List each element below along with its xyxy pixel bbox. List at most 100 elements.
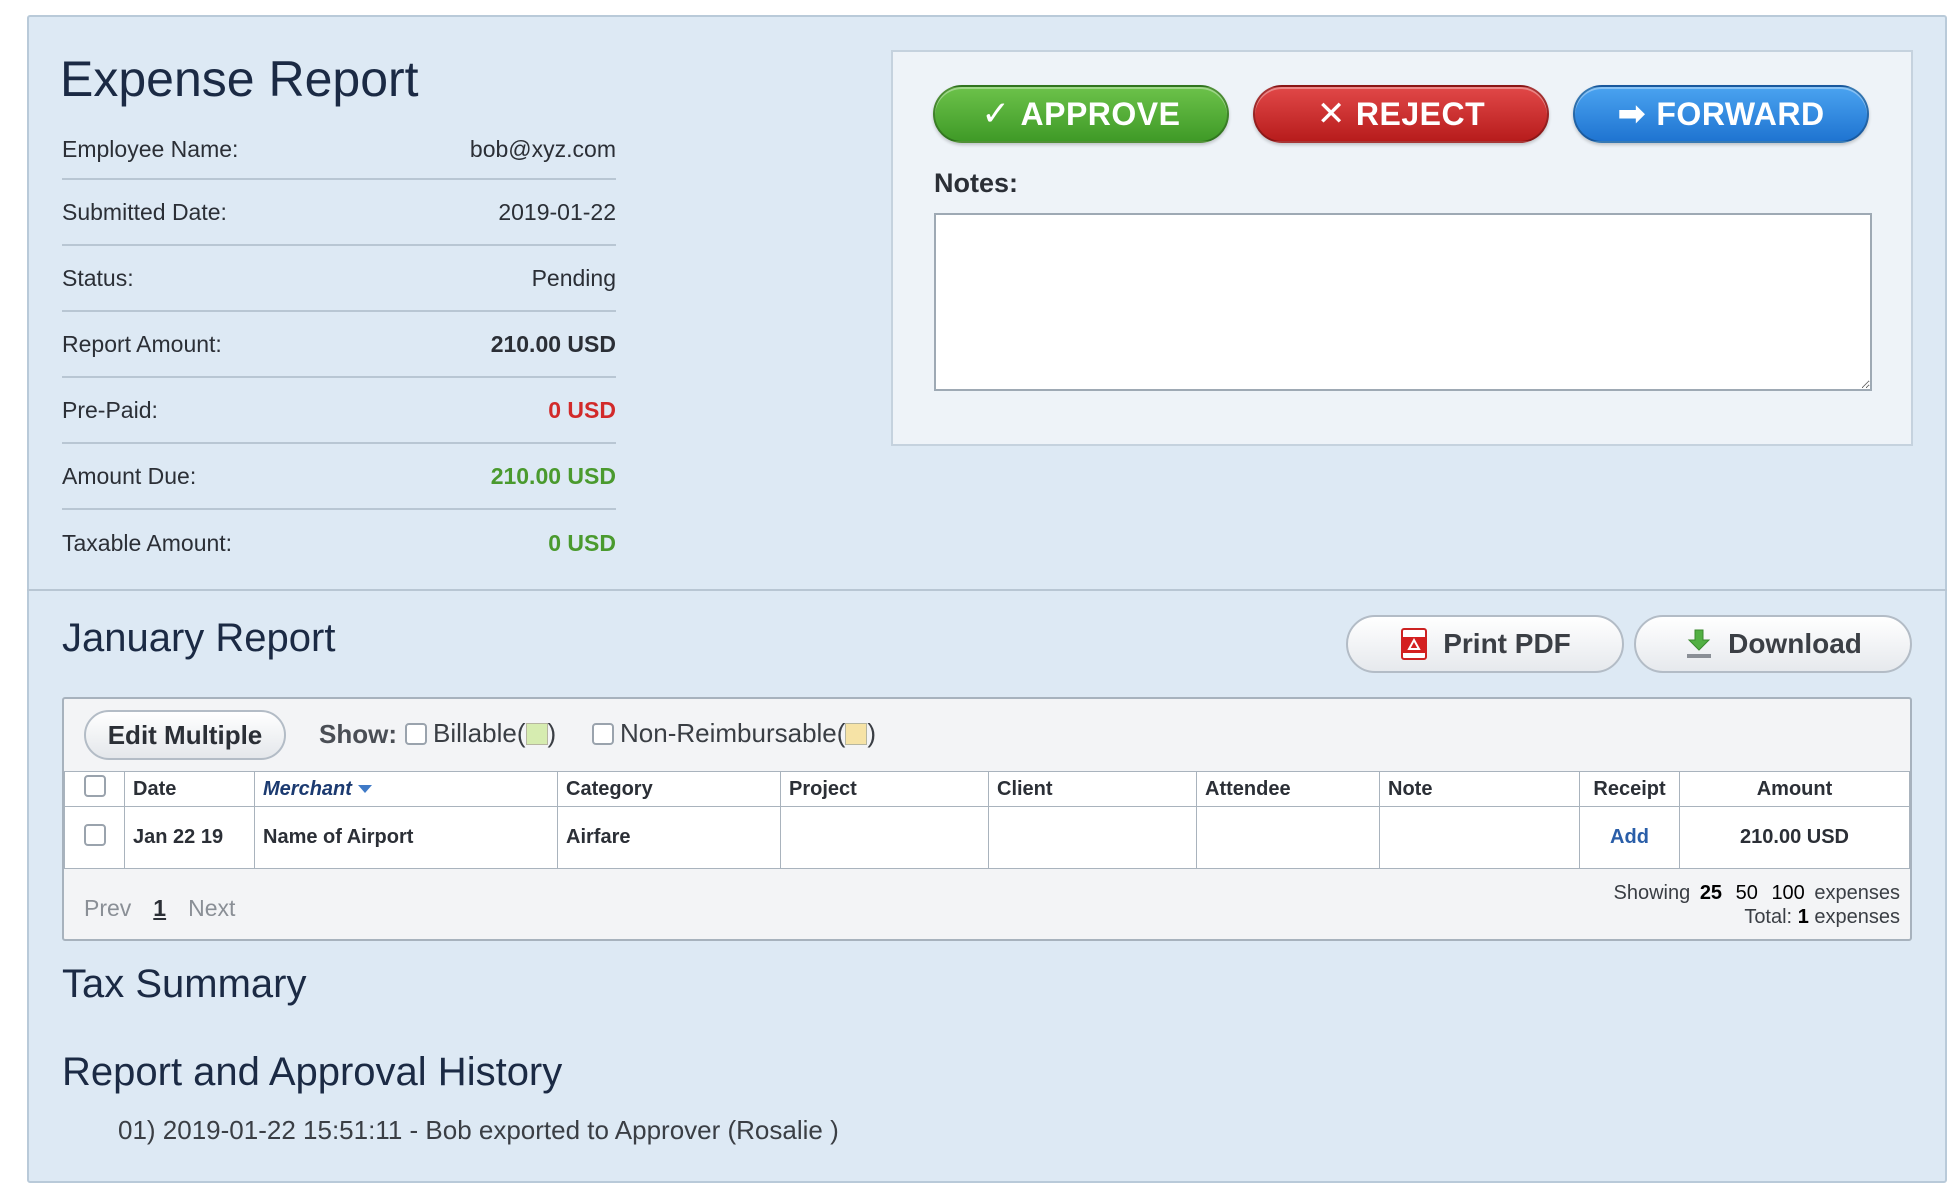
select-all-cell <box>64 771 125 807</box>
report-title: January Report <box>62 616 336 660</box>
col-client[interactable]: Client <box>988 771 1197 807</box>
add-receipt-link[interactable]: Add <box>1610 826 1649 848</box>
summary-label: Report Amount: <box>62 330 222 357</box>
download-label: Download <box>1728 628 1862 659</box>
table-toolbar: Edit Multiple Show: Billable( ) Non-Reim… <box>64 699 1910 771</box>
showing-info: Showing 25 50 100 expenses Total: 1 expe… <box>1614 881 1900 929</box>
expenses-table-box: Edit Multiple Show: Billable( ) Non-Reim… <box>62 697 1912 941</box>
col-merchant-label: Merchant <box>263 777 352 800</box>
table-row[interactable]: Jan 22 19 Name of Airport Airfare Add 21… <box>64 806 1910 869</box>
summary-label: Pre-Paid: <box>62 396 158 423</box>
col-attendee[interactable]: Attendee <box>1196 771 1380 807</box>
edit-multiple-button[interactable]: Edit Multiple <box>84 710 286 760</box>
summary-label: Employee Name: <box>62 135 239 162</box>
approval-action-box: ✓ APPROVE ✕ REJECT ➡ FORWARD Notes: <box>891 50 1913 446</box>
section-divider <box>27 589 1947 591</box>
total-suffix: expenses <box>1814 906 1900 928</box>
cell-attendee <box>1196 806 1380 869</box>
page-size-100[interactable]: 100 <box>1771 882 1804 904</box>
forward-label: FORWARD <box>1656 95 1825 132</box>
row-select-cell <box>64 806 125 869</box>
col-receipt[interactable]: Receipt <box>1579 771 1680 807</box>
summary-label: Submitted Date: <box>62 198 227 225</box>
table-header-row: Date Merchant Category Project Client At… <box>64 771 1910 807</box>
non-reimbursable-label: Non-Reimbursable( <box>620 718 846 748</box>
checkmark-icon: ✓ <box>981 95 1011 133</box>
row-checkbox[interactable] <box>83 823 106 846</box>
billable-color-swatch <box>525 722 548 745</box>
non-reimbursable-filter[interactable]: Non-Reimbursable( ) <box>592 718 876 749</box>
billable-checkbox[interactable] <box>405 722 427 745</box>
show-label: Show: <box>319 719 397 749</box>
reject-button[interactable]: ✕ REJECT <box>1253 85 1549 143</box>
print-pdf-label: Print PDF <box>1443 628 1571 659</box>
non-reimbursable-checkbox[interactable] <box>592 722 614 745</box>
col-date[interactable]: Date <box>124 771 255 807</box>
cell-category: Airfare <box>557 806 781 869</box>
col-category[interactable]: Category <box>557 771 781 807</box>
page-1-link[interactable]: 1 <box>153 895 166 922</box>
page-size-50[interactable]: 50 <box>1736 882 1758 904</box>
cell-date: Jan 22 19 <box>124 806 255 869</box>
billable-close-paren: ) <box>547 718 557 748</box>
billable-label: Billable( <box>433 718 526 748</box>
history-item: 01) 2019-01-22 15:51:11 - Bob exported t… <box>118 1115 839 1145</box>
col-merchant[interactable]: Merchant <box>254 771 558 807</box>
forward-button[interactable]: ➡ FORWARD <box>1573 85 1869 143</box>
download-icon <box>1687 629 1712 658</box>
approve-button[interactable]: ✓ APPROVE <box>933 85 1229 143</box>
summary-value: Pending <box>531 264 616 291</box>
summary-value: 0 USD <box>548 529 616 556</box>
summary-row-status: Status: Pending <box>62 246 616 312</box>
summary-row-taxable: Taxable Amount: 0 USD <box>62 510 616 576</box>
total-count: Total: 1 expenses <box>1614 905 1900 929</box>
col-amount[interactable]: Amount <box>1679 771 1910 807</box>
col-project[interactable]: Project <box>780 771 989 807</box>
summary-label: Taxable Amount: <box>62 529 233 556</box>
reject-label: REJECT <box>1355 95 1486 132</box>
col-note[interactable]: Note <box>1379 771 1580 807</box>
close-icon: ✕ <box>1316 95 1346 133</box>
summary-row-report-amount: Report Amount: 210.00 USD <box>62 312 616 378</box>
cell-receipt: Add <box>1579 806 1680 869</box>
summary-value: 210.00 USD <box>490 462 616 489</box>
summary-value: 0 USD <box>548 396 616 423</box>
total-value: 1 <box>1797 906 1809 928</box>
print-pdf-button[interactable]: Print PDF <box>1346 615 1624 673</box>
expenses-table: Date Merchant Category Project Client At… <box>64 771 1910 869</box>
download-button[interactable]: Download <box>1634 615 1912 673</box>
page-size-25[interactable]: 25 <box>1700 882 1722 904</box>
summary-value: 2019-01-22 <box>498 198 616 225</box>
cell-client <box>988 806 1197 869</box>
cell-note <box>1379 806 1580 869</box>
total-label: Total: <box>1744 906 1793 928</box>
tax-summary-title: Tax Summary <box>62 962 307 1006</box>
next-page-link[interactable]: Next <box>188 895 235 922</box>
summary-label: Status: <box>62 264 134 291</box>
non-reimbursable-color-swatch <box>845 722 868 745</box>
page-size-selector: Showing 25 50 100 expenses <box>1614 881 1900 905</box>
summary-label: Amount Due: <box>62 462 197 489</box>
non-reimbursable-close-paren: ) <box>867 718 877 748</box>
sort-desc-icon <box>357 785 372 794</box>
page-title: Expense Report <box>60 51 419 107</box>
showing-suffix: expenses <box>1814 882 1900 904</box>
summary-table: Employee Name: bob@xyz.com Submitted Dat… <box>62 120 616 576</box>
history-title: Report and Approval History <box>62 1050 563 1094</box>
summary-value: bob@xyz.com <box>469 135 616 162</box>
summary-row-employee: Employee Name: bob@xyz.com <box>62 120 616 180</box>
arrow-right-icon: ➡ <box>1617 95 1647 133</box>
summary-row-amount-due: Amount Due: 210.00 USD <box>62 444 616 510</box>
summary-value: 210.00 USD <box>490 330 616 357</box>
pdf-icon <box>1401 628 1428 660</box>
summary-row-submitted: Submitted Date: 2019-01-22 <box>62 180 616 246</box>
select-all-checkbox[interactable] <box>83 775 106 797</box>
prev-page-link[interactable]: Prev <box>84 895 131 922</box>
pagination: Prev 1 Next <box>84 895 235 922</box>
summary-row-prepaid: Pre-Paid: 0 USD <box>62 378 616 444</box>
billable-filter[interactable]: Billable( ) <box>405 718 556 749</box>
notes-textarea[interactable] <box>934 213 1872 391</box>
showing-label: Showing <box>1613 882 1691 904</box>
cell-project <box>780 806 989 869</box>
notes-label: Notes: <box>934 168 1019 198</box>
